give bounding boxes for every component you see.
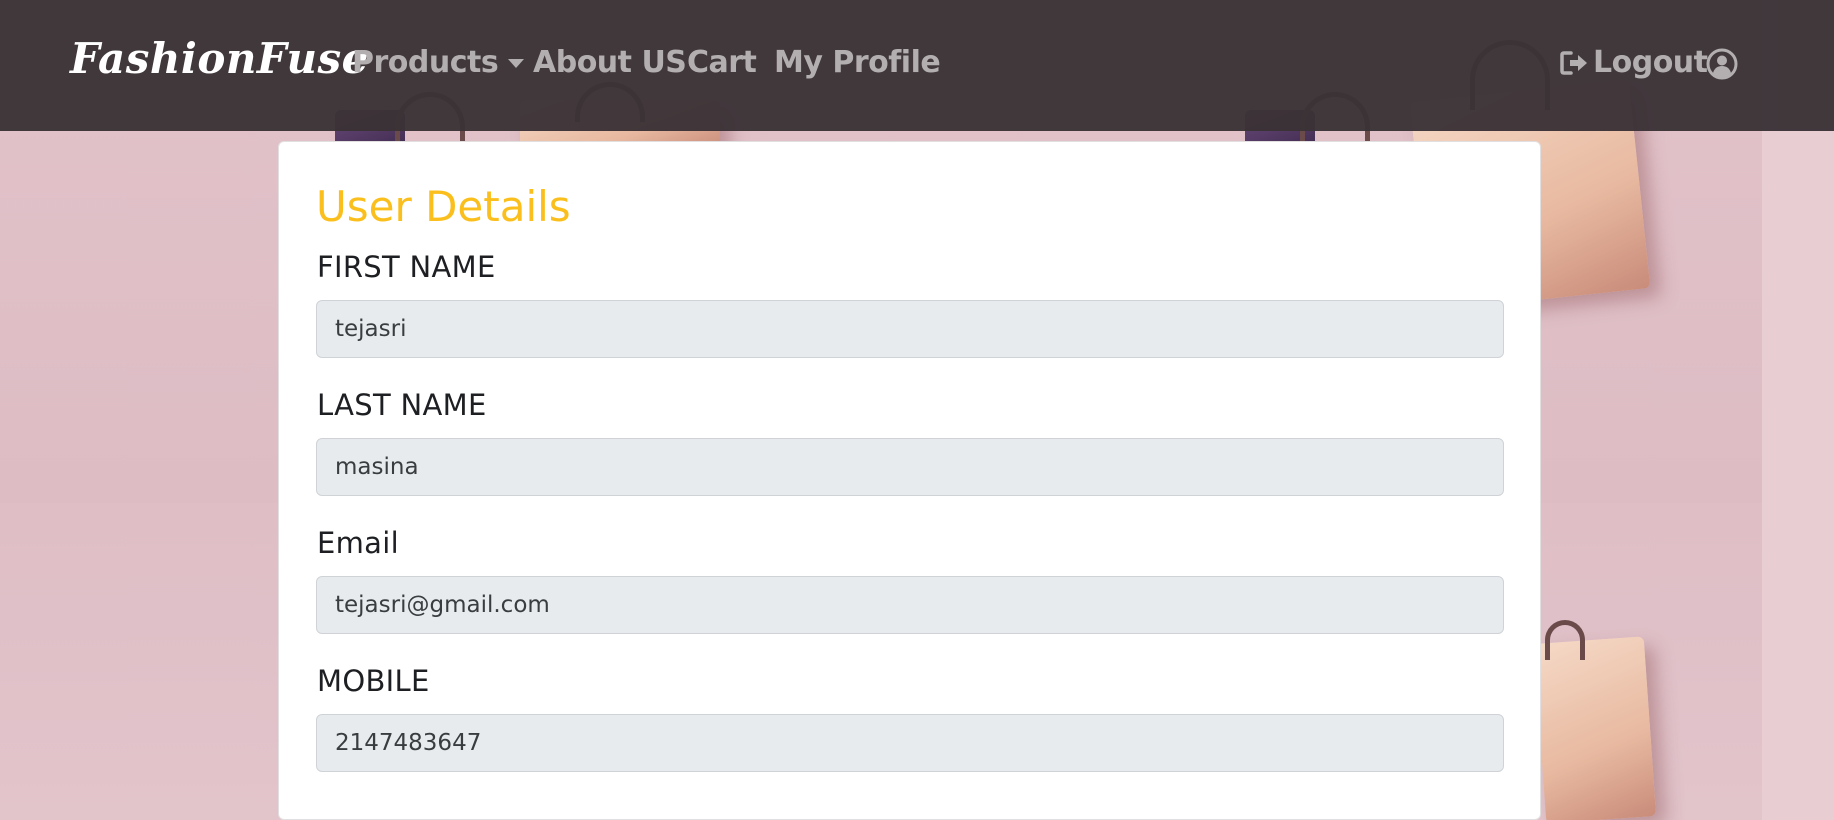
logout-label: Logout xyxy=(1593,45,1708,80)
nav-products-label: Products xyxy=(352,45,499,80)
first-name-label: FIRST NAME xyxy=(317,250,496,284)
nav-cart[interactable]: Cart xyxy=(687,45,757,80)
caret-down-icon xyxy=(508,59,525,68)
mobile-label: MOBILE xyxy=(317,664,430,698)
email-label: Email xyxy=(317,526,399,560)
first-name-field[interactable] xyxy=(316,300,1504,358)
page-title: User Details xyxy=(316,182,571,231)
logout-button[interactable]: Logout xyxy=(1560,45,1708,80)
nav-products-dropdown[interactable]: Products xyxy=(352,45,525,80)
last-name-field[interactable] xyxy=(316,438,1504,496)
user-details-card: User Details FIRST NAME LAST NAME Email … xyxy=(278,141,1541,820)
brand-logo[interactable]: FashionFuse xyxy=(70,34,369,83)
mobile-field[interactable] xyxy=(316,714,1504,772)
sign-out-icon xyxy=(1560,51,1587,75)
email-field[interactable] xyxy=(316,576,1504,634)
last-name-label: LAST NAME xyxy=(317,388,487,422)
navbar: FashionFuse Products About US Cart My Pr… xyxy=(0,0,1834,131)
nav-my-profile[interactable]: My Profile xyxy=(774,45,941,80)
nav-about-us[interactable]: About US xyxy=(533,45,687,80)
user-circle-icon[interactable] xyxy=(1706,48,1738,80)
